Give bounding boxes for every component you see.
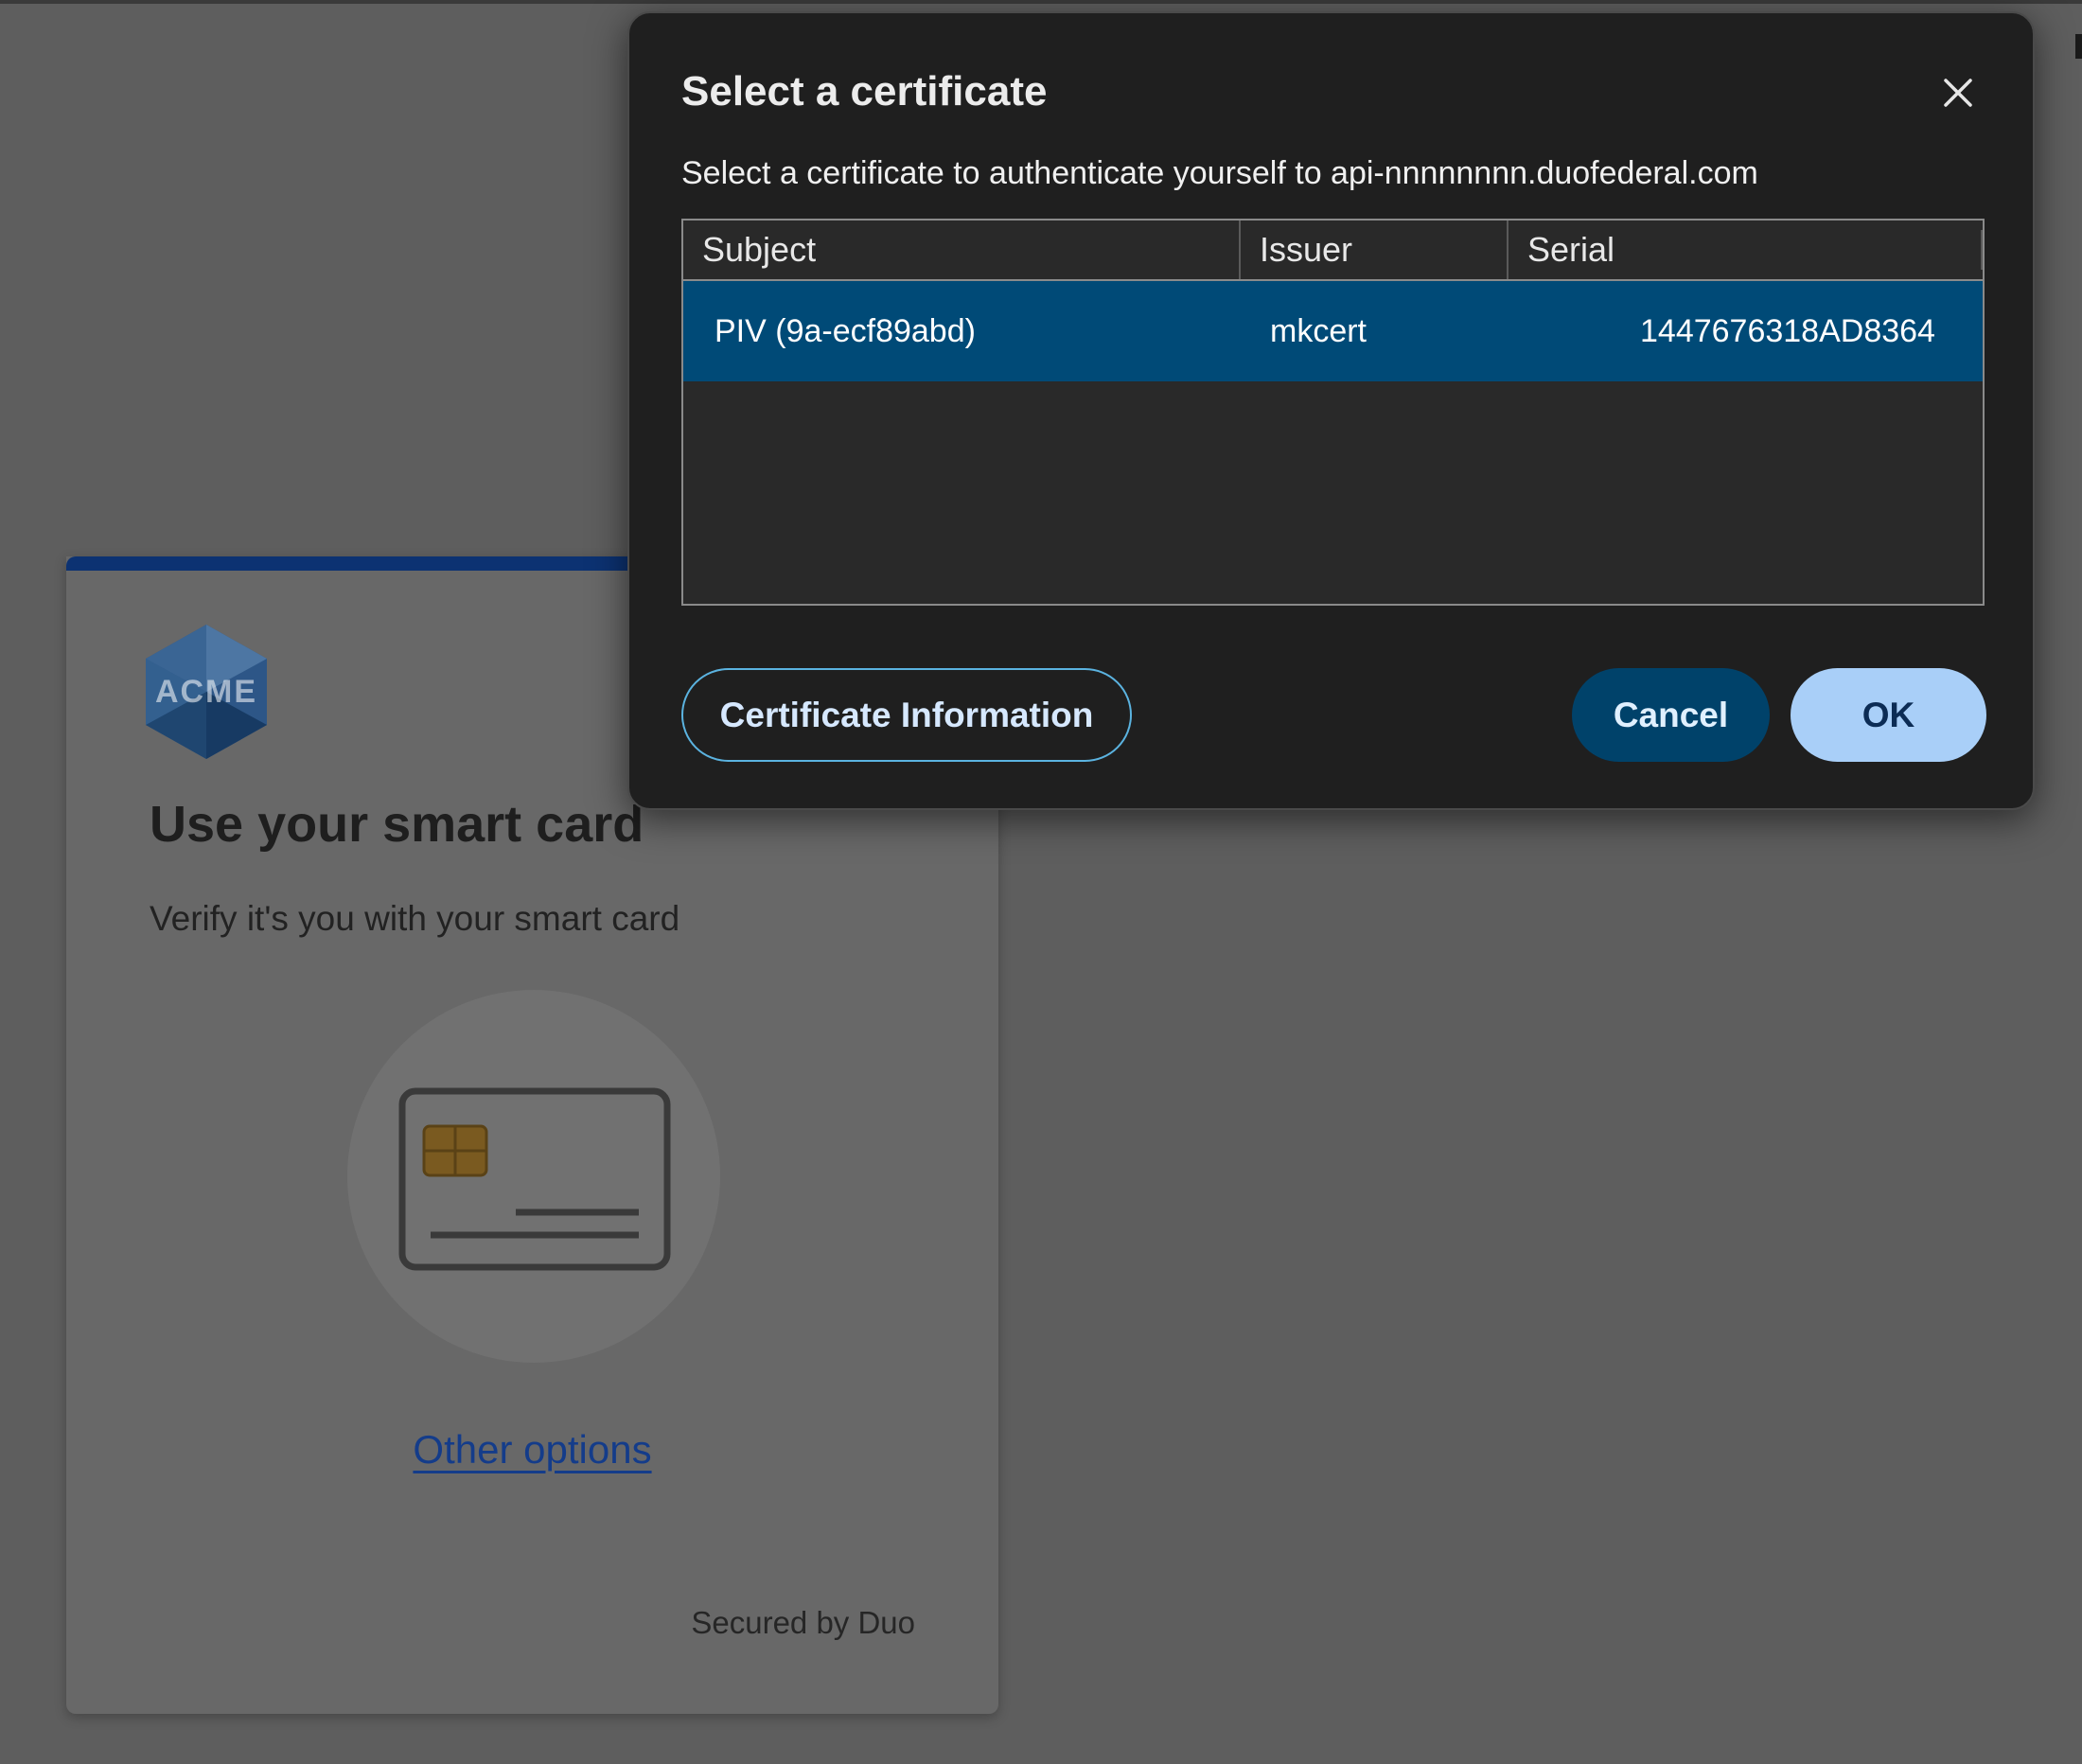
certificate-table: Subject Issuer Serial PIV (9a-ecf89abd) … [681,219,1985,606]
card-title: Use your smart card [150,796,644,853]
window-top-edge [0,0,2082,4]
card-subtitle: Verify it's you with your smart card [150,899,680,938]
select-certificate-dialog: Select a certificate Select a certificat… [627,11,2035,810]
other-options-container: Other options [66,1427,998,1473]
table-header: Subject Issuer Serial [683,220,1983,281]
smart-card-icon [397,1086,672,1276]
close-button[interactable] [1939,74,1977,112]
other-options-link[interactable]: Other options [413,1427,651,1472]
ok-button[interactable]: OK [1791,668,1986,762]
cell-issuer: mkcert [1270,313,1367,349]
dialog-title: Select a certificate [681,68,1048,115]
column-divider [1981,230,1983,270]
secured-by-duo: Secured by Duo [691,1605,915,1640]
dialog-description: Select a certificate to authenticate you… [681,155,1758,191]
close-icon [1944,79,1972,107]
column-header-issuer[interactable]: Issuer [1239,220,1507,279]
acme-logo-text: ACME [154,673,258,710]
cell-subject: PIV (9a-ecf89abd) [715,313,976,349]
acme-logo: ACME [140,621,273,763]
cell-serial: 1447676318AD8364 [1640,313,1935,349]
window-edge-mark [2075,34,2082,59]
column-header-serial[interactable]: Serial [1507,220,1983,279]
column-header-subject[interactable]: Subject [683,220,1239,279]
certificate-information-button[interactable]: Certificate Information [681,668,1132,762]
table-row-selected[interactable]: PIV (9a-ecf89abd) mkcert 1447676318AD836… [683,281,1983,381]
cancel-button[interactable]: Cancel [1572,668,1770,762]
